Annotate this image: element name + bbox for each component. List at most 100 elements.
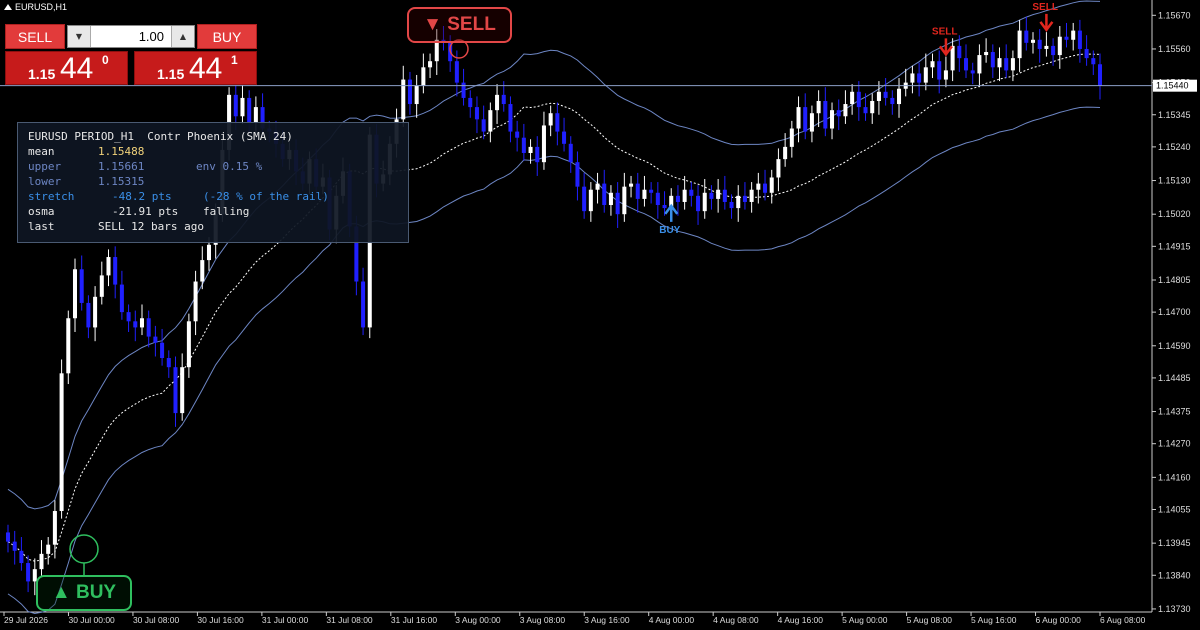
sell-button[interactable]: SELL — [5, 24, 65, 49]
symbol-title: EURUSD,H1 — [4, 2, 67, 12]
candle-body — [421, 67, 426, 86]
candle-body — [200, 260, 205, 282]
price-tick-label: 1.14805 — [1158, 275, 1191, 285]
candle-body — [709, 192, 714, 199]
candle-body — [776, 159, 781, 178]
candle-body — [126, 312, 131, 322]
info-key: osma — [28, 205, 55, 218]
buy-arrow-icon — [664, 203, 679, 222]
time-tick-label: 4 Aug 16:00 — [778, 615, 824, 625]
candle-body — [830, 110, 835, 129]
candle-body — [608, 192, 613, 206]
candle-body — [407, 79, 412, 105]
price-tick-label: 1.14055 — [1158, 504, 1191, 514]
candle-body — [756, 183, 761, 190]
collapse-triangle-icon[interactable] — [4, 4, 12, 10]
lot-increase-icon[interactable]: ▲ — [171, 26, 194, 47]
candle-body — [729, 201, 734, 209]
candle-body — [742, 195, 747, 202]
buy-price-prefix: 1.15 — [157, 66, 185, 82]
info-row-upper: upper 1.15661 env 0.15 % — [28, 160, 262, 174]
candle-body — [495, 94, 500, 111]
info-key: mean — [28, 145, 55, 158]
price-tick-label: 1.15020 — [1158, 209, 1191, 219]
candle-body — [52, 511, 57, 545]
candle-body — [850, 91, 855, 105]
buy-price-button[interactable]: 1.15 44 1 — [134, 51, 257, 85]
candle-body — [515, 131, 520, 138]
candle-body — [461, 82, 466, 98]
info-key: last — [28, 220, 55, 233]
candle-body — [749, 189, 754, 202]
lot-size-stepper[interactable]: ▼ 1.00 ▲ — [67, 25, 195, 48]
buy-button[interactable]: BUY — [197, 24, 257, 49]
candle-body — [615, 192, 620, 215]
sell-price-button[interactable]: 1.15 44 0 — [5, 51, 128, 85]
symbol-title-text: EURUSD,H1 — [15, 2, 68, 12]
candle-body — [528, 146, 533, 153]
candle-body — [5, 532, 11, 542]
candle-body — [930, 61, 935, 68]
price-tick-label: 1.14915 — [1158, 241, 1191, 251]
candle-body — [964, 58, 969, 71]
candle-body — [763, 183, 768, 193]
candle-body — [716, 189, 721, 199]
lot-decrease-icon[interactable]: ▼ — [68, 26, 91, 47]
candle-body — [193, 281, 198, 322]
sell-price-prefix: 1.15 — [28, 66, 56, 82]
candle-body — [139, 318, 144, 328]
candle-body — [736, 195, 741, 209]
candle-body — [997, 58, 1002, 68]
sell-price-big: 44 — [60, 52, 94, 85]
candle-body — [46, 544, 51, 554]
candle-body — [119, 284, 124, 313]
candle-body — [1024, 30, 1029, 43]
candle-body — [950, 45, 955, 71]
candle-body — [863, 107, 868, 114]
price-tick-label: 1.15560 — [1158, 44, 1191, 54]
candle-body — [1030, 39, 1036, 43]
candle-body — [19, 550, 24, 564]
info-value: SELL 12 bars ago — [98, 220, 204, 233]
candle-body — [535, 146, 540, 163]
candle-body — [696, 195, 701, 212]
candle-body — [240, 97, 245, 117]
time-tick-label: 4 Aug 00:00 — [649, 615, 695, 625]
candle-body — [488, 110, 493, 132]
candle-body — [253, 107, 258, 123]
info-panel-header: EURUSD PERIOD_H1 Contr Phoenix (SMA 24) — [28, 130, 293, 143]
candle-body — [722, 189, 727, 202]
price-chart[interactable]: 1.156701.155601.154501.153451.152401.151… — [0, 0, 1200, 630]
candle-body — [1004, 58, 1009, 71]
candle-body — [501, 94, 506, 105]
price-tick-label: 1.14160 — [1158, 472, 1191, 482]
candle-body — [93, 296, 98, 328]
info-value: 1.15315 — [98, 175, 145, 188]
time-tick-label: 29 Jul 2026 — [4, 615, 48, 625]
candle-body — [481, 119, 486, 132]
candle-body — [890, 97, 895, 105]
candle-body — [595, 183, 600, 190]
info-key: stretch — [28, 190, 75, 203]
candle-body — [1064, 36, 1069, 40]
indicator-info-panel: EURUSD PERIOD_H1 Contr Phoenix (SMA 24) … — [17, 122, 409, 243]
candle-body — [823, 100, 828, 129]
candle-body — [186, 321, 191, 368]
candle-body — [86, 302, 91, 328]
info-key: lower — [28, 175, 62, 188]
candle-body — [508, 104, 513, 132]
time-tick-label: 30 Jul 16:00 — [197, 615, 244, 625]
candle-body — [602, 183, 607, 206]
time-tick-label: 3 Aug 00:00 — [455, 615, 501, 625]
candle-body — [1017, 30, 1022, 59]
candle-body — [1071, 30, 1076, 40]
candle-body — [1097, 64, 1103, 86]
candle-body — [675, 195, 680, 202]
one-click-trading-panel: SELL ▼ 1.00 ▲ BUY 1.15 44 0 1.15 44 1 — [5, 24, 257, 85]
candle-body — [816, 100, 821, 114]
candle-body — [635, 183, 640, 199]
info-note: falling — [203, 205, 250, 218]
lot-size-value[interactable]: 1.00 — [92, 26, 170, 47]
candle-body — [769, 177, 774, 193]
candle-body — [783, 146, 788, 160]
